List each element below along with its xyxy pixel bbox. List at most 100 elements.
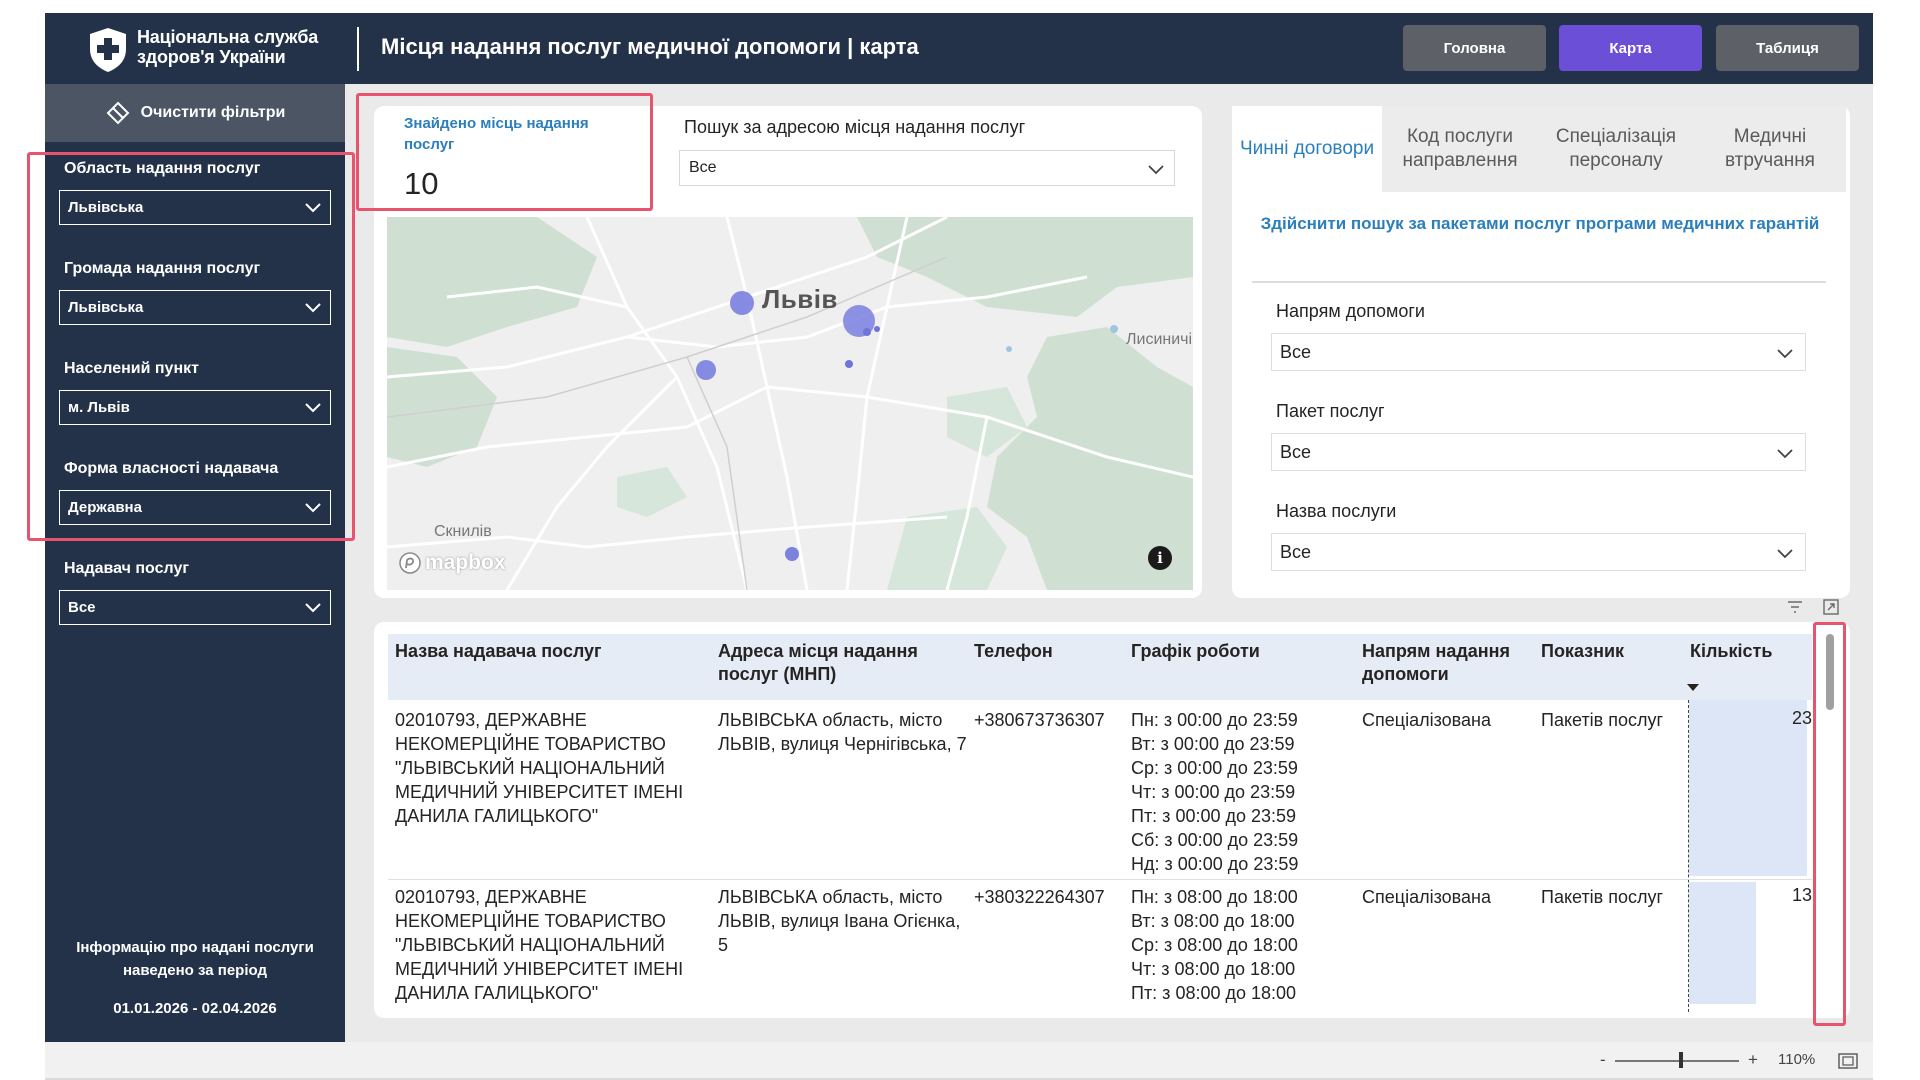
mapbox-icon xyxy=(399,552,421,574)
column-header-direction[interactable]: Напрям надання допомоги xyxy=(1362,640,1532,686)
nav-map-button[interactable]: Карта xyxy=(1559,25,1702,71)
chevron-down-icon xyxy=(1148,165,1164,175)
period-note: Інформацію про надані послуги наведено з… xyxy=(76,939,314,979)
mapbox-logo-text: mapbox xyxy=(425,551,506,574)
row-1-schedule: Пн: з 00:00 до 23:59 Вт: з 00:00 до 23:5… xyxy=(1131,708,1298,876)
chevron-down-icon xyxy=(305,503,321,513)
map-point[interactable] xyxy=(845,360,853,368)
service-name-label: Назва послуги xyxy=(1276,501,1397,521)
locality-filter-select[interactable]: м. Львів xyxy=(59,390,331,425)
service-package-value: Все xyxy=(1280,441,1312,462)
service-package-label: Пакет послуг xyxy=(1276,401,1385,421)
clear-filters-button[interactable]: Очистити фільтри xyxy=(45,84,345,142)
found-count-label: Знайдено місць надання послуг xyxy=(404,115,589,153)
fit-to-page-icon[interactable] xyxy=(1838,1053,1858,1069)
care-direction-select[interactable]: Все xyxy=(1271,333,1806,371)
org-name-line2: здоров'я України xyxy=(137,47,286,67)
ownership-filter-value: Державна xyxy=(68,499,142,516)
row-1-phone: +380673736307 xyxy=(974,710,1105,730)
schedule-line: Ср: з 00:00 до 23:59 xyxy=(1131,758,1298,778)
locality-filter-label: Населений пункт xyxy=(64,360,199,377)
schedule-line: Пн: з 00:00 до 23:59 xyxy=(1131,710,1298,730)
row-separator xyxy=(388,879,1812,880)
row-2-direction: Спеціалізована xyxy=(1362,887,1491,907)
nav-table-button[interactable]: Таблиця xyxy=(1716,25,1859,71)
focus-mode-icon[interactable] xyxy=(1822,598,1840,616)
map-place-label: Скнилів xyxy=(434,523,492,540)
filters-sidebar: Очистити фільтри Область надання послуг … xyxy=(45,84,345,1042)
nav-home-button[interactable]: Головна xyxy=(1403,25,1546,71)
zoom-slider[interactable] xyxy=(1615,1060,1739,1062)
schedule-line: Пт: з 00:00 до 23:59 xyxy=(1131,806,1297,826)
map-view[interactable] xyxy=(387,217,1193,590)
filter-icon[interactable] xyxy=(1786,598,1804,616)
schedule-line: Чт: з 00:00 до 23:59 xyxy=(1131,782,1296,802)
packages-search-link[interactable]: Здійснити пошук за пакетами послуг прогр… xyxy=(1250,212,1830,235)
sort-desc-icon[interactable] xyxy=(1687,684,1699,691)
tab-medical-interventions[interactable]: Медичні втручання xyxy=(1694,106,1846,192)
map-point[interactable] xyxy=(785,547,799,561)
org-name: Національна служба здоров'я України xyxy=(137,27,318,67)
community-filter-select[interactable]: Львівська xyxy=(59,290,331,325)
eraser-icon xyxy=(106,101,130,125)
map-point[interactable] xyxy=(863,328,871,336)
column-header-address[interactable]: Адреса місця надання послуг (МНП) xyxy=(718,640,948,686)
tab-active-contracts[interactable]: Чинні договори xyxy=(1232,106,1382,192)
schedule-line: Вт: з 08:00 до 18:00 xyxy=(1131,911,1295,931)
schedule-line: Нд: з 00:00 до 23:59 xyxy=(1131,854,1299,874)
provider-filter-label: Надавач послуг xyxy=(64,560,190,577)
map-lake xyxy=(1110,325,1118,333)
info-icon[interactable]: i xyxy=(1148,546,1172,570)
column-header-provider[interactable]: Назва надавача послуг xyxy=(395,640,695,663)
column-header-phone[interactable]: Телефон xyxy=(974,640,1104,663)
table-scrollbar-thumb[interactable] xyxy=(1826,634,1834,710)
service-package-select[interactable]: Все xyxy=(1271,433,1806,471)
column-header-schedule[interactable]: Графік роботи xyxy=(1131,640,1331,663)
tab-staff-specialization[interactable]: Спеціалізація персоналу xyxy=(1538,106,1694,192)
row-1-indicator: Пакетів послуг xyxy=(1541,710,1664,730)
row-2-phone: +380322264307 xyxy=(974,887,1105,907)
row-1-direction: Спеціалізована xyxy=(1362,710,1491,730)
region-filter-select[interactable]: Львівська xyxy=(59,190,331,225)
row-2-quantity-bar xyxy=(1689,882,1756,1004)
care-direction-label: Напрям допомоги xyxy=(1276,301,1425,321)
schedule-line: Вт: з 00:00 до 23:59 xyxy=(1131,734,1295,754)
row-2-address: ЛЬВІВСЬКА область, місто ЛЬВІВ, вулиця І… xyxy=(718,887,961,955)
provider-filter-select[interactable]: Все xyxy=(59,590,331,625)
chevron-down-icon xyxy=(305,603,321,613)
schedule-line: Ср: з 08:00 до 18:00 xyxy=(1131,935,1298,955)
column-header-quantity[interactable]: Кількість xyxy=(1690,640,1810,663)
zoom-out-button[interactable]: - xyxy=(1600,1050,1606,1070)
zoom-slider-thumb[interactable] xyxy=(1679,1052,1683,1068)
clear-filters-label: Очистити фільтри xyxy=(140,104,286,121)
community-filter-label: Громада надання послуг xyxy=(64,260,261,277)
chevron-down-icon xyxy=(305,303,321,313)
community-filter-value: Львівська xyxy=(68,299,144,316)
chevron-down-icon xyxy=(1777,549,1793,559)
zoom-in-button[interactable]: + xyxy=(1748,1050,1758,1070)
row-1-address: ЛЬВІВСЬКА область, місто ЛЬВІВ, вулиця Ч… xyxy=(718,710,967,754)
page-title: Місця надання послуг медичної допомоги |… xyxy=(381,34,919,59)
care-direction-value: Все xyxy=(1280,341,1312,362)
period-dates: 01.01.2026 - 02.04.2026 xyxy=(113,1000,277,1017)
column-header-indicator[interactable]: Показник xyxy=(1541,640,1671,663)
row-2-quantity: 13 xyxy=(1791,885,1812,905)
ownership-filter-select[interactable]: Державна xyxy=(59,490,331,525)
nszu-shield-icon xyxy=(90,28,126,72)
map-point[interactable] xyxy=(874,326,880,332)
region-filter-value: Львівська xyxy=(68,199,144,216)
address-search-label: Пошук за адресою місця надання послуг xyxy=(684,117,1026,137)
status-bar xyxy=(45,1042,1873,1080)
schedule-line: Чт: з 08:00 до 18:00 xyxy=(1131,959,1296,979)
tab-referral-code[interactable]: Код послуги направлення xyxy=(1382,106,1538,192)
row-1-quantity: 23 xyxy=(1791,708,1812,728)
ownership-filter-label: Форма власності надавача xyxy=(64,460,279,477)
address-search-select[interactable]: Все xyxy=(679,150,1175,186)
mapbox-logo[interactable]: mapbox xyxy=(398,551,506,575)
row-2-indicator: Пакетів послуг xyxy=(1541,887,1664,907)
service-name-select[interactable]: Все xyxy=(1271,533,1806,571)
row-2-provider: 02010793, ДЕРЖАВНЕ НЕКОМЕРЦІЙНЕ ТОВАРИСТ… xyxy=(395,887,684,1003)
map-point[interactable] xyxy=(696,360,716,380)
map-point[interactable] xyxy=(730,291,754,315)
found-count-value: 10 xyxy=(404,166,439,201)
